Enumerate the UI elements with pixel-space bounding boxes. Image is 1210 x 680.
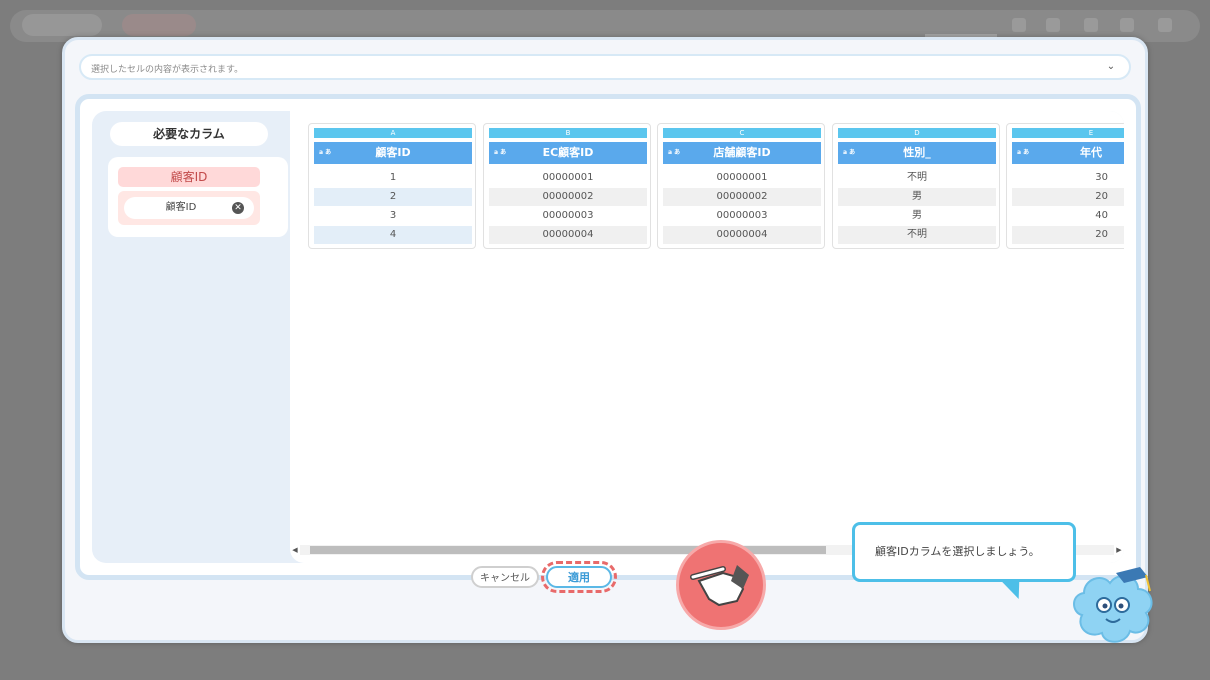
table-cell[interactable]: 男 [838, 188, 996, 206]
cell-content-bar[interactable]: 選択したセルの内容が表示されます。 ⌄ [79, 54, 1131, 80]
required-column-dropzone[interactable]: 顧客ID ✕ [118, 191, 260, 225]
column-header[interactable]: a あ 年代 [1012, 142, 1124, 164]
table-cell[interactable]: 00000001 [663, 169, 821, 187]
column-header-label: 顧客ID [375, 146, 411, 159]
background-icon [1046, 18, 1060, 32]
mapping-panel: 必要なカラム 顧客ID 顧客ID ✕ ◀ ▶ Aa あ顧客ID 1 2 3 4 Ba あE… [75, 94, 1141, 580]
column-header-label: 性別_ [903, 146, 931, 159]
table-cell[interactable]: 00000004 [489, 226, 647, 244]
column-letter: E [1012, 128, 1124, 138]
background-badge [122, 14, 196, 36]
data-column-e[interactable]: Ea あ年代 30 20 40 20 [1006, 123, 1124, 249]
table-cell[interactable]: 00000004 [663, 226, 821, 244]
background-icon [1120, 18, 1134, 32]
column-header[interactable]: a あ 店舗顧客ID [663, 142, 821, 164]
table-cell[interactable]: 1 [314, 169, 472, 187]
table-cell[interactable]: 00000002 [489, 188, 647, 206]
mapping-panel-inner: 必要なカラム 顧客ID 顧客ID ✕ ◀ ▶ Aa あ顧客ID 1 2 3 4 Ba あE… [92, 111, 1124, 563]
column-header[interactable]: a あ 性別_ [838, 142, 996, 164]
background-icon [1158, 18, 1172, 32]
table-cell[interactable]: 20 [1012, 188, 1124, 206]
text-type-icon: a あ [668, 149, 681, 156]
table-cell[interactable]: 00000002 [663, 188, 821, 206]
column-header-label: EC顧客ID [542, 146, 594, 159]
text-type-icon: a あ [843, 149, 856, 156]
close-circle-icon[interactable]: ✕ [232, 202, 244, 214]
column-header[interactable]: a あ EC顧客ID [489, 142, 647, 164]
background-icon [1012, 18, 1026, 32]
table-cell[interactable]: 男 [838, 207, 996, 225]
scroll-left-arrow-icon[interactable]: ◀ [290, 545, 300, 555]
required-column-label: 顧客ID [118, 167, 260, 187]
table-cell[interactable]: 不明 [838, 169, 996, 187]
guide-tooltip: 顧客IDカラムを選択しましょう。 [852, 522, 1076, 582]
table-cell[interactable]: 30 [1012, 169, 1124, 187]
table-cell[interactable]: 2 [314, 188, 472, 206]
text-type-icon: a あ [1017, 149, 1030, 156]
scroll-right-arrow-icon[interactable]: ▶ [1114, 545, 1124, 555]
required-column-card: 顧客ID 顧客ID ✕ [108, 157, 288, 237]
required-columns-title: 必要なカラム [110, 122, 268, 146]
mascot-cloud-icon [1073, 567, 1153, 643]
pointer-hand-icon [676, 540, 766, 630]
column-header-label: 店舗顧客ID [713, 146, 771, 159]
table-cell[interactable]: 00000003 [489, 207, 647, 225]
table-cell[interactable]: 00000001 [489, 169, 647, 187]
data-column-c[interactable]: Ca あ 店舗顧客ID 00000001 00000002 00000003 000000… [657, 123, 825, 249]
chevron-down-icon[interactable]: ⌄ [1103, 59, 1119, 75]
table-cell[interactable]: 20 [1012, 226, 1124, 244]
table-cell[interactable]: 4 [314, 226, 472, 244]
hand-glyph [690, 565, 749, 607]
data-column-d[interactable]: Da あ性別_ 不明男男不明 [832, 123, 1000, 249]
assigned-column-chip[interactable]: 顧客ID ✕ [124, 197, 254, 219]
text-type-icon: a あ [494, 149, 507, 156]
column-letter: A [314, 128, 472, 138]
data-column-b[interactable]: Ba あ EC顧客ID 00000001 00000002 00000003 000000… [483, 123, 651, 249]
cell-content-placeholder: 選択したセルの内容が表示されます。 [91, 65, 244, 75]
data-preview-table: ◀ ▶ Aa あ顧客ID 1 2 3 4 Ba あ EC顧客ID 00000001 000000… [290, 111, 1124, 563]
text-type-icon: a あ [319, 149, 332, 156]
table-cell[interactable]: 3 [314, 207, 472, 225]
background-logo [22, 14, 102, 36]
table-cell[interactable]: 40 [1012, 207, 1124, 225]
column-letter: B [489, 128, 647, 138]
column-header[interactable]: a あ 顧客ID [314, 142, 472, 164]
apply-button[interactable]: 適用 [546, 566, 612, 588]
column-header-label: 年代 [1080, 146, 1102, 159]
column-letter: C [663, 128, 821, 138]
table-cell[interactable]: 00000003 [663, 207, 821, 225]
column-letter: D [838, 128, 996, 138]
table-cell[interactable]: 不明 [838, 226, 996, 244]
background-icon [1084, 18, 1098, 32]
cancel-button[interactable]: キャンセル [471, 566, 539, 588]
data-column-a[interactable]: Aa あ 顧客ID 1 2 3 4 [308, 123, 476, 249]
